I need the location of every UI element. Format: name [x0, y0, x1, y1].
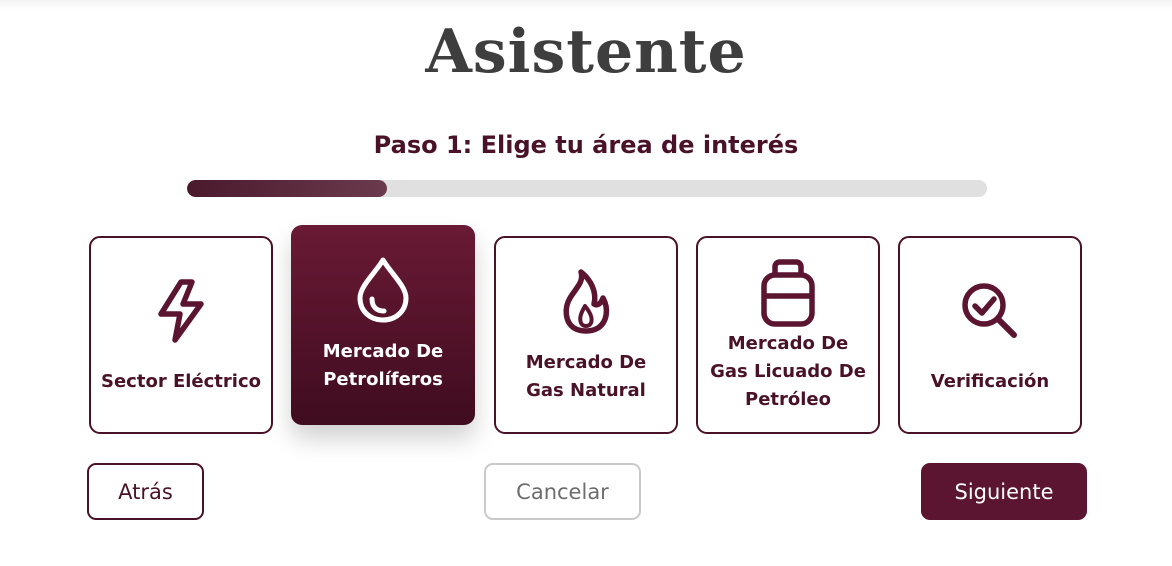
cancel-button[interactable]: Cancelar — [484, 463, 641, 520]
progress-fill — [187, 180, 387, 197]
oil-drop-icon — [291, 257, 475, 323]
gas-cylinder-icon — [698, 258, 878, 328]
progress-bar — [187, 180, 987, 197]
option-mercado-gas-natural[interactable]: Mercado De Gas Natural — [494, 236, 678, 434]
top-shadow — [0, 0, 1172, 10]
option-sector-electrico[interactable]: Sector Eléctrico — [89, 236, 273, 434]
option-verificacion[interactable]: Verificación — [898, 236, 1082, 434]
next-button[interactable]: Siguiente — [921, 463, 1087, 520]
option-label: Mercado De Petrolíferos — [322, 341, 444, 390]
page-title: Asistente — [425, 17, 747, 87]
option-label: Mercado De Gas Licuado De Petróleo — [710, 333, 866, 410]
back-button[interactable]: Atrás — [87, 463, 204, 520]
option-mercado-gas-licuado[interactable]: Mercado De Gas Licuado De Petróleo — [696, 236, 880, 434]
flame-icon — [496, 268, 676, 334]
option-label: Verificación — [930, 371, 1050, 392]
step-label: Paso 1: Elige tu área de interés — [373, 131, 799, 159]
magnifier-check-icon — [900, 280, 1080, 342]
option-mercado-petroliferos[interactable]: Mercado De Petrolíferos — [291, 225, 475, 425]
option-label: Mercado De Gas Natural — [525, 352, 647, 401]
option-label: Sector Eléctrico — [101, 371, 261, 392]
lightning-bolt-icon — [91, 278, 271, 344]
